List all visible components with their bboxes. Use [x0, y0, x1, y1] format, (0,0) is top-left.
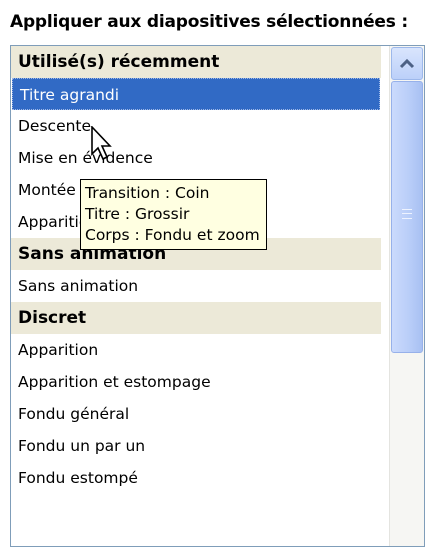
group-header-recent: Utilisé(s) récemment — [11, 46, 381, 78]
list-item[interactable]: Fondu général — [11, 398, 381, 430]
list-item-selected[interactable]: Titre agrandi — [12, 78, 380, 110]
tooltip-line-title: Titre : Grossir — [85, 205, 190, 223]
mouse-cursor-icon — [91, 126, 112, 161]
list-item[interactable]: Descente — [11, 110, 381, 142]
scrollbar-thumb[interactable] — [391, 81, 423, 353]
group-header-subtle: Discret — [11, 302, 381, 334]
grip-icon — [402, 209, 412, 219]
vertical-scrollbar[interactable] — [389, 46, 424, 546]
tooltip-line-body: Corps : Fondu et zoom — [85, 226, 260, 244]
list-item[interactable]: Apparition et estompage — [11, 366, 381, 398]
chevron-up-icon — [399, 58, 415, 69]
tooltip: Transition : Coin Titre : Grossir Corps … — [80, 179, 267, 250]
list-item[interactable]: Sans animation — [11, 270, 381, 302]
animation-scheme-list[interactable]: Utilisé(s) récemment Titre agrandi Desce… — [10, 45, 425, 547]
panel-title: Appliquer aux diapositives sélectionnées… — [10, 12, 408, 32]
list-item[interactable]: Fondu estompé — [11, 462, 381, 494]
list-item[interactable]: Fondu un par un — [11, 430, 381, 462]
tooltip-line-transition: Transition : Coin — [85, 184, 210, 202]
scroll-up-button[interactable] — [391, 47, 423, 80]
list-item[interactable]: Apparition — [11, 334, 381, 366]
list-item[interactable]: Mise en évidence — [11, 142, 381, 174]
